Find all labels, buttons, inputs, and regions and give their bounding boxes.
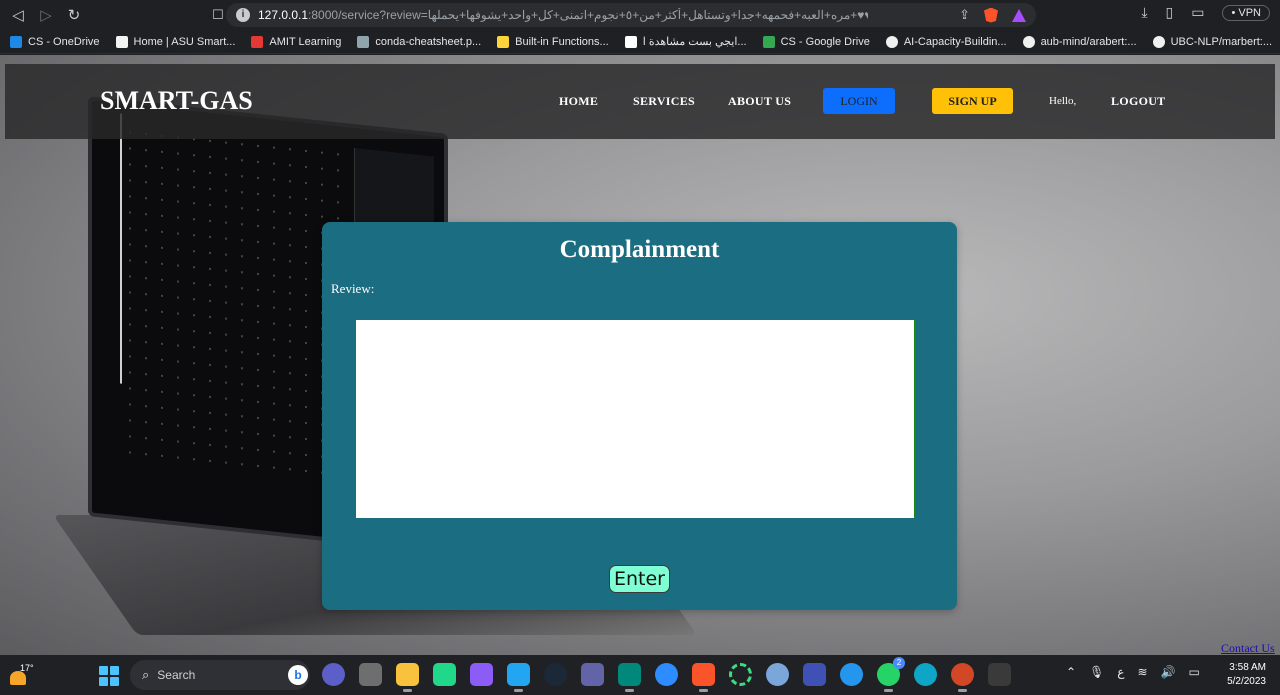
site-navbar: SMART-GAS HOME SERVICES ABOUT US LOGIN S… xyxy=(5,64,1275,139)
weather-widget[interactable]: 17° xyxy=(8,661,38,689)
whatsapp-icon[interactable]: 2 xyxy=(877,657,905,692)
review-textarea[interactable] xyxy=(356,320,916,518)
forward-icon[interactable]: ▷ xyxy=(32,6,60,24)
greeting-text: Hello, xyxy=(1049,95,1077,107)
google-drive-icon xyxy=(762,35,775,48)
bookmark-item[interactable]: CS - OneDrive xyxy=(10,35,100,48)
download-icon[interactable]: ⤓ xyxy=(1141,4,1147,21)
brave-browser-icon[interactable] xyxy=(692,663,715,692)
share-icon[interactable]: ⇪ xyxy=(959,7,970,23)
input-language[interactable]: ع xyxy=(1117,665,1124,679)
battery-icon[interactable]: ▭ xyxy=(1188,665,1199,679)
contact-us-link[interactable]: Contact Us xyxy=(1221,641,1275,655)
steam-icon[interactable] xyxy=(544,663,567,686)
start-button[interactable] xyxy=(99,666,119,686)
bookmark-item[interactable]: CS - Google Drive xyxy=(762,35,870,48)
hero-screen-grid xyxy=(122,123,344,479)
clock-date: 5/2/2023 xyxy=(1227,676,1266,687)
address-bar[interactable]: i 127.0.0.1 :8000/service?review=مره+الع… xyxy=(226,3,1036,27)
windows-taskbar: 17° ⌕ Search b 2 ⌃ 🎙 ع ≋ 🔊 ▭ 3:58 AM 5/2… xyxy=(0,655,1280,695)
windows-logo-pane xyxy=(110,677,119,686)
github-icon xyxy=(1022,35,1035,48)
bing-icon[interactable]: b xyxy=(288,665,308,685)
bookmark-item[interactable]: AI-Capacity-Buildin... xyxy=(885,35,1007,48)
docker-icon[interactable] xyxy=(840,663,863,686)
windows-logo-pane xyxy=(110,666,119,675)
bookmark-item[interactable]: Built-in Functions... xyxy=(497,35,609,48)
bookmark-item[interactable]: aub-mind/arabert:... xyxy=(1022,35,1137,48)
onedrive-icon xyxy=(10,35,22,48)
teams-chat-icon[interactable] xyxy=(322,663,345,686)
egybest-icon xyxy=(624,35,637,48)
zoom-icon[interactable] xyxy=(655,663,678,686)
bookmark-item[interactable]: AMIT Learning xyxy=(251,35,341,48)
signup-button[interactable]: SIGN UP xyxy=(932,88,1013,114)
hero-screen-axis xyxy=(120,113,122,384)
bookmark-item[interactable]: Home | ASU Smart... xyxy=(115,35,235,48)
vpn-button[interactable]: • VPN xyxy=(1222,4,1270,21)
complaint-form-card: Complainment Review: Enter xyxy=(322,222,957,610)
site-info-icon[interactable]: i xyxy=(236,8,250,22)
address-path: :8000/service?review=مره+العبه+فحمهه+جدا… xyxy=(308,8,869,22)
system-tray: ⌃ 🎙 ع ≋ 🔊 ▭ xyxy=(1066,665,1200,679)
logout-link[interactable]: LOGOUT xyxy=(1111,94,1165,109)
weather-icon xyxy=(10,671,26,685)
amit-icon xyxy=(251,35,264,48)
wifi-icon[interactable]: ≋ xyxy=(1137,665,1147,679)
github-icon xyxy=(1152,35,1165,48)
login-button[interactable]: LOGIN xyxy=(823,88,895,114)
wallet-icon[interactable]: ▭ xyxy=(1191,4,1204,21)
nav-services-link[interactable]: SERVICES xyxy=(633,94,695,109)
taskbar-clock[interactable]: 3:58 AM 5/2/2023 xyxy=(1222,661,1266,689)
file-explorer-icon[interactable] xyxy=(396,663,419,692)
taskbar-search[interactable]: ⌕ Search b xyxy=(130,660,310,690)
microphone-icon[interactable]: 🎙 xyxy=(1089,665,1104,679)
browser-toolbar: ◁ ▷ ↻ ☐ i 127.0.0.1 :8000/service?review… xyxy=(0,0,1280,30)
r-icon[interactable] xyxy=(766,663,789,686)
weather-temperature: 17° xyxy=(20,663,34,673)
python-icon xyxy=(497,35,510,48)
volume-icon[interactable]: 🔊 xyxy=(1161,665,1176,679)
notification-badge: 2 xyxy=(893,657,905,669)
asu-icon xyxy=(115,35,128,48)
clock-time: 3:58 AM xyxy=(1229,662,1266,673)
back-icon[interactable]: ◁ xyxy=(4,6,32,24)
github-icon xyxy=(885,35,898,48)
address-host: 127.0.0.1 xyxy=(258,8,309,22)
form-title: Complainment xyxy=(559,236,720,263)
sidebar-icon[interactable]: ▯ xyxy=(1166,4,1174,21)
nav-home-link[interactable]: HOME xyxy=(559,94,598,109)
search-label: Search xyxy=(157,668,196,682)
review-label: Review: xyxy=(331,281,375,296)
mathcad-icon[interactable] xyxy=(803,663,826,686)
windows-logo-pane xyxy=(99,666,108,675)
edge-icon[interactable] xyxy=(914,663,937,686)
pdf-icon xyxy=(357,35,370,48)
chevron-up-icon[interactable]: ⌃ xyxy=(1066,665,1076,679)
brave-shields-icon[interactable] xyxy=(984,7,998,23)
settings-icon[interactable] xyxy=(359,663,382,686)
teams-icon[interactable] xyxy=(581,663,604,686)
enter-button[interactable]: Enter xyxy=(609,565,670,593)
windows-logo-pane xyxy=(99,677,108,686)
bookmark-item[interactable]: UBC-NLP/marbert:... xyxy=(1152,35,1272,48)
brave-rewards-icon[interactable] xyxy=(1012,8,1026,22)
visual-studio-icon[interactable] xyxy=(470,663,493,686)
vscode-icon[interactable] xyxy=(507,663,530,692)
taskbar-apps: 2 xyxy=(322,657,1011,692)
bookmarks-bar: CS - OneDrive Home | ASU Smart... AMIT L… xyxy=(0,30,1280,54)
search-icon: ⌕ xyxy=(142,667,150,682)
terminal-icon[interactable] xyxy=(988,663,1011,686)
google-meet-icon[interactable] xyxy=(618,663,641,692)
bookmark-item[interactable]: ايجي بست مشاهدة ا... xyxy=(624,35,747,48)
page-viewport: SMART-GAS HOME SERVICES ABOUT US LOGIN S… xyxy=(0,55,1280,655)
progress-ring-icon[interactable] xyxy=(729,663,752,686)
site-logo[interactable]: SMART-GAS xyxy=(100,86,253,116)
powerpoint-icon[interactable] xyxy=(951,663,974,692)
bookmark-item[interactable]: conda-cheatsheet.p... xyxy=(357,35,481,48)
reload-icon[interactable]: ↻ xyxy=(60,6,88,24)
nav-about-link[interactable]: ABOUT US xyxy=(728,94,791,109)
pycharm-icon[interactable] xyxy=(433,663,456,686)
